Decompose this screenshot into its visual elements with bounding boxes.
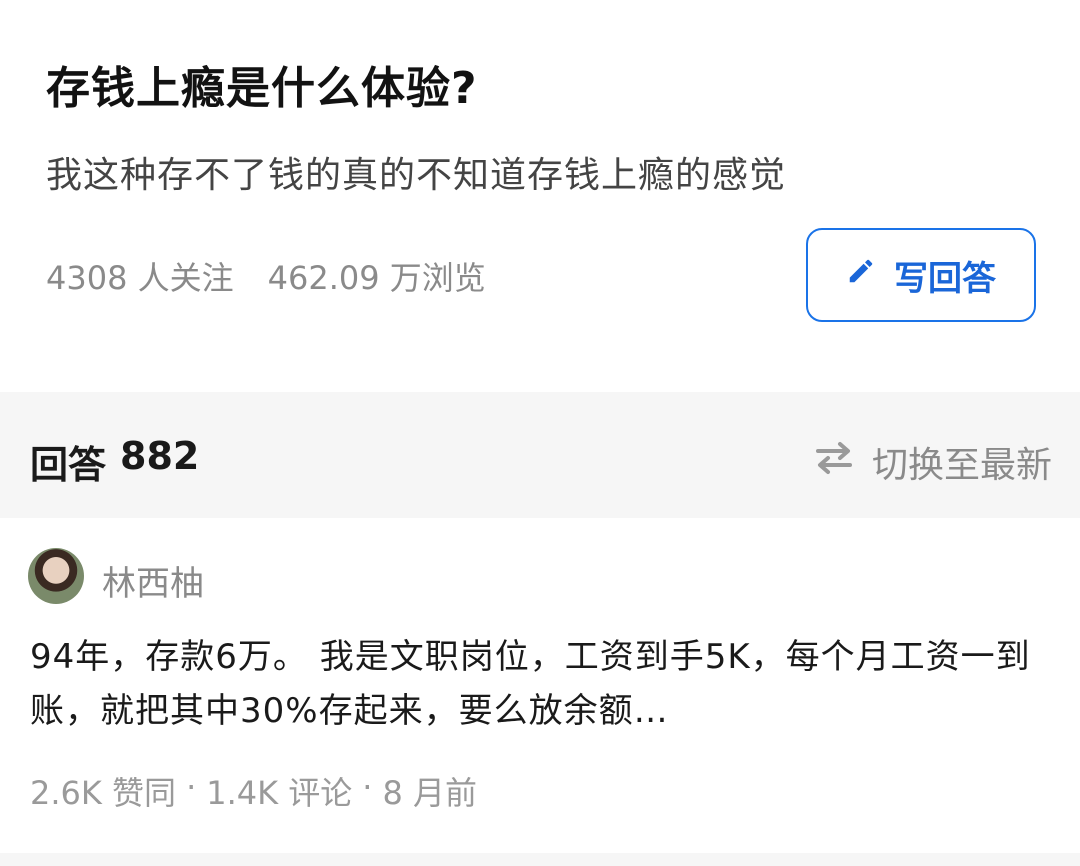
- meta-separator: ·: [362, 768, 373, 806]
- question-title[interactable]: 存钱上瘾是什么体验?: [46, 52, 478, 116]
- answer-card[interactable]: 林西柚 94年，存款6万。 我是文职岗位，工资到手5K，每个月工资一到账，就把其…: [0, 518, 1080, 853]
- views-count: 462.09 万浏览: [267, 259, 486, 297]
- answers-number: 882: [120, 434, 200, 478]
- author-name[interactable]: 林西柚: [102, 556, 204, 605]
- answer-excerpt[interactable]: 94年，存款6万。 我是文职岗位，工资到手5K，每个月工资一到账，就把其中30%…: [30, 630, 1050, 738]
- sort-toggle-label: 切换至最新: [871, 445, 1052, 486]
- answer-meta: 2.6K 赞同 · 1.4K 评论 · 8 月前: [30, 768, 477, 814]
- answer-time: 8 月前: [382, 774, 478, 812]
- bottom-divider: [0, 853, 1080, 866]
- likes-count: 2.6K 赞同: [30, 774, 177, 812]
- question-stats: 4308 人关注 462.09 万浏览: [46, 253, 486, 299]
- swap-arrows-icon: [814, 440, 854, 485]
- answers-label: 回答: [30, 443, 107, 487]
- write-answer-button[interactable]: 写回答: [806, 228, 1036, 322]
- meta-separator: ·: [186, 768, 197, 806]
- comments-count: 1.4K 评论: [206, 774, 353, 812]
- question-card: 存钱上瘾是什么体验? 我这种存不了钱的真的不知道存钱上瘾的感觉 4308 人关注…: [0, 0, 1080, 392]
- write-answer-label: 写回答: [894, 258, 996, 299]
- question-description[interactable]: 我这种存不了钱的真的不知道存钱上瘾的感觉: [46, 146, 786, 198]
- answers-count: 回答 882: [30, 434, 199, 489]
- answers-header: 回答 882 切换至最新: [0, 402, 1080, 510]
- sort-toggle-button[interactable]: 切换至最新: [814, 436, 1052, 488]
- author-avatar[interactable]: [28, 548, 84, 604]
- pencil-icon: [846, 255, 876, 295]
- followers-count: 4308 人关注: [46, 259, 234, 297]
